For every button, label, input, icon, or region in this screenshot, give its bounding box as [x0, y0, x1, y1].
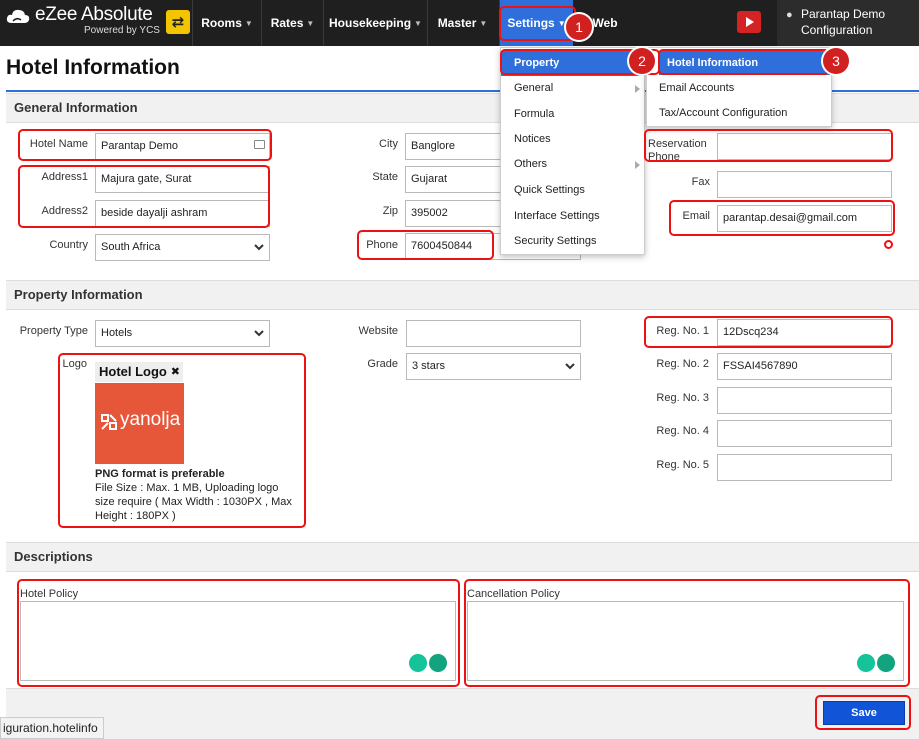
footer-actions — [6, 688, 919, 739]
property-type-select[interactable]: Hotels — [95, 320, 270, 347]
country-label: Country — [49, 239, 88, 251]
reg-no-5-label: Reg. No. 5 — [656, 459, 709, 471]
highlight-phone — [357, 230, 494, 260]
chevron-down-icon: ▼ — [479, 18, 488, 28]
reg-no-4-field[interactable] — [717, 420, 892, 447]
nav-master[interactable]: Master ▼ — [427, 0, 497, 46]
fax-field[interactable] — [717, 171, 892, 198]
menu-item-general[interactable]: General — [501, 76, 646, 101]
grade-label: Grade — [367, 358, 398, 370]
user-name: Parantap Demo — [801, 7, 886, 21]
top-navigation-bar: eZee Absolute Powered by YCS ⇄ Rooms ▼ Ra… — [0, 0, 919, 46]
chevron-down-icon — [565, 363, 575, 370]
highlight-hotel-policy — [17, 579, 460, 687]
highlight-addresses — [18, 165, 270, 228]
menu-item-security-settings[interactable]: Security Settings — [501, 229, 646, 254]
grade-select[interactable]: 3 stars — [406, 353, 581, 380]
status-bar-url: iguration.hotelinfo — [0, 717, 104, 739]
city-label: City — [379, 138, 398, 150]
chevron-down-icon: ▼ — [306, 18, 315, 28]
highlight-hotel-name — [18, 129, 272, 161]
chevron-down-icon — [254, 330, 264, 337]
brand[interactable]: eZee Absolute Powered by YCS — [0, 0, 192, 46]
website-label: Website — [358, 325, 398, 337]
nav-housekeeping[interactable]: Housekeeping ▼ — [323, 0, 427, 46]
nav-rates[interactable]: Rates ▼ — [261, 0, 323, 46]
page-title: Hotel Information — [6, 56, 180, 79]
reg-no-4-label: Reg. No. 4 — [656, 425, 709, 437]
submenu-item-email-accounts[interactable]: Email Accounts — [647, 76, 831, 100]
youtube-icon[interactable] — [737, 11, 761, 33]
highlight-hotel-information — [658, 49, 830, 75]
menu-item-general-label: General — [514, 82, 554, 94]
property-type-value: Hotels — [101, 327, 133, 339]
chevron-down-icon: ▼ — [414, 18, 422, 28]
validation-dot-icon — [884, 240, 893, 249]
highlight-reg-no-1 — [644, 316, 893, 348]
menu-item-quick-settings[interactable]: Quick Settings — [501, 178, 646, 203]
settings-dropdown-menu: Property General Formula Notices Others … — [500, 47, 646, 255]
menu-item-formula[interactable]: Formula — [501, 102, 646, 127]
highlight-save — [815, 695, 911, 730]
state-label: State — [372, 171, 398, 183]
state-field[interactable]: Gujarat — [405, 166, 500, 193]
step-badge-2: 2 — [629, 48, 655, 74]
cloud-logo-icon — [6, 9, 30, 23]
highlight-logo — [58, 353, 306, 528]
fax-label: Fax — [691, 176, 710, 188]
chevron-down-icon: ▼ — [244, 18, 253, 28]
step-badge-3: 3 — [823, 48, 849, 74]
brand-subtitle: Powered by YCS — [84, 25, 160, 36]
highlight-cancellation-policy — [464, 579, 910, 687]
menu-item-others[interactable]: Others — [501, 152, 646, 177]
property-type-label: Property Type — [19, 325, 88, 337]
highlight-email — [669, 200, 895, 236]
country-select[interactable]: South Africa — [95, 234, 270, 261]
menu-item-interface-settings[interactable]: Interface Settings — [501, 204, 646, 229]
chevron-right-icon — [635, 85, 640, 93]
city-field[interactable]: Banglore — [405, 133, 500, 160]
website-field[interactable] — [406, 320, 581, 347]
brand-title: eZee Absolute — [35, 4, 153, 25]
country-value: South Africa — [101, 241, 161, 253]
nav-rates-label: Rates — [270, 16, 304, 30]
highlight-settings — [499, 6, 576, 41]
user-icon: ● — [786, 9, 793, 21]
reg-no-3-field[interactable] — [717, 387, 892, 414]
chevron-down-icon — [254, 244, 264, 251]
nav-rooms-label: Rooms — [201, 16, 242, 30]
nav-rooms[interactable]: Rooms ▼ — [192, 0, 261, 46]
nav-housekeeping-label: Housekeeping — [329, 16, 412, 30]
nav-web-label: Web — [592, 16, 618, 30]
property-information-header: Property Information — [6, 280, 919, 310]
reg-no-5-field[interactable] — [717, 454, 892, 481]
submenu-item-tax-account-configuration[interactable]: Tax/Account Configuration — [647, 101, 831, 125]
chevron-right-icon — [635, 161, 640, 169]
descriptions-header: Descriptions — [6, 542, 919, 572]
user-menu[interactable]: ● Parantap Demo Configuration — [777, 0, 919, 46]
highlight-reservation-phone — [644, 129, 893, 162]
grade-value: 3 stars — [412, 360, 446, 372]
step-badge-1: 1 — [566, 14, 592, 40]
menu-item-others-label: Others — [514, 158, 548, 170]
zip-label: Zip — [382, 205, 398, 217]
zip-field[interactable]: 395002 — [405, 200, 500, 227]
user-subtitle: Configuration — [801, 23, 873, 37]
reg-no-2-label: Reg. No. 2 — [656, 358, 709, 370]
reg-no-3-label: Reg. No. 3 — [656, 392, 709, 404]
nav-master-label: Master — [437, 16, 477, 30]
menu-item-notices[interactable]: Notices — [501, 127, 646, 152]
shuffle-icon[interactable]: ⇄ — [166, 10, 190, 34]
reg-no-2-field[interactable]: FSSAI4567890 — [717, 353, 892, 380]
